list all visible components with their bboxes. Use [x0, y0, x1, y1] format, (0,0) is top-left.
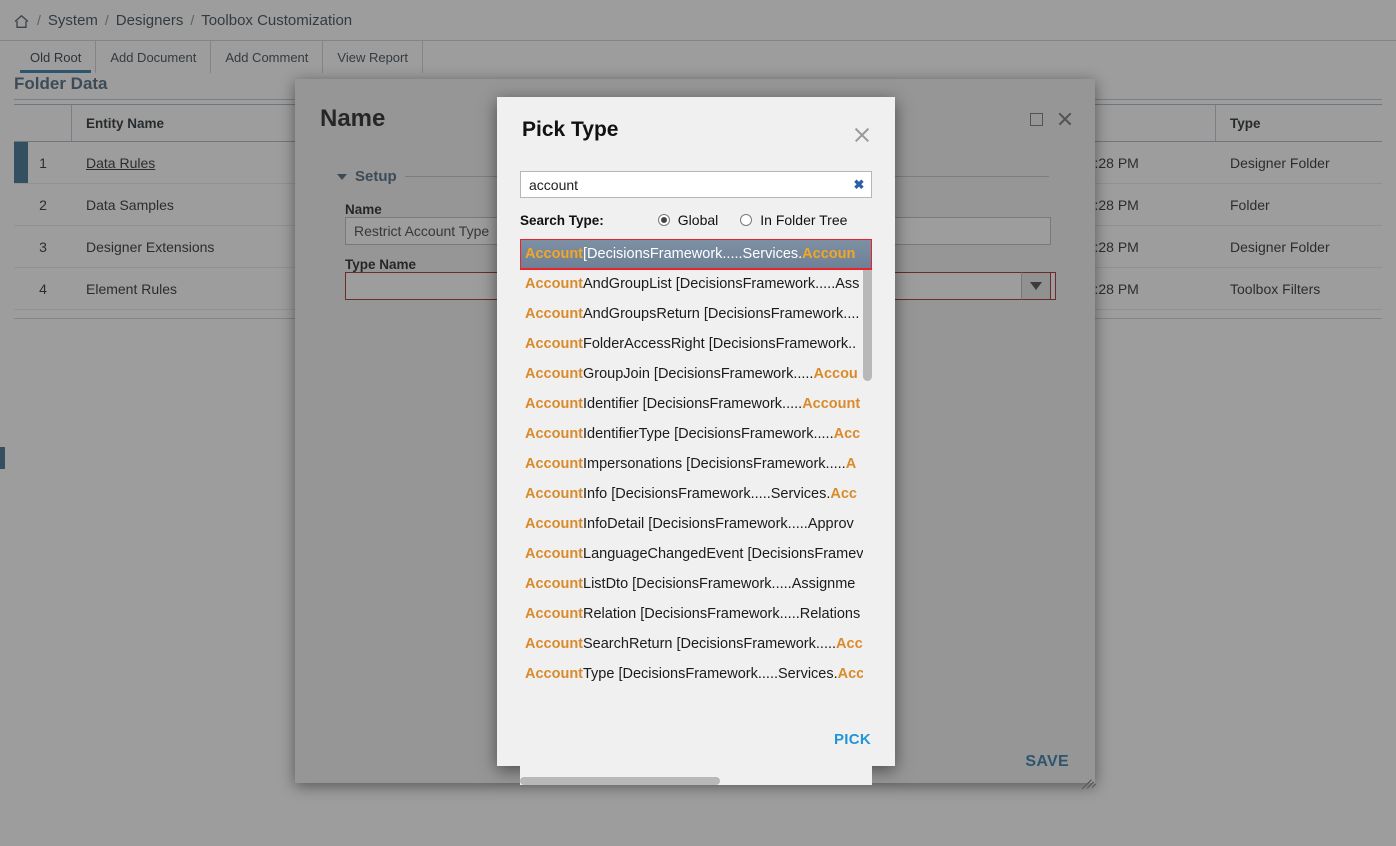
list-item[interactable]: Account GroupJoin [DecisionsFramework....…	[520, 359, 872, 389]
item-text: Impersonations [DecisionsFramework.....	[583, 456, 846, 472]
dialog-title: Pick Type	[522, 118, 619, 141]
list-item[interactable]: Account Relation [DecisionsFramework.....…	[520, 599, 872, 629]
item-text: Type [DecisionsFramework.....Services.	[583, 666, 838, 682]
search-type-row: Search Type: Global In Folder Tree	[520, 210, 872, 230]
match-text: Account	[525, 426, 583, 442]
match-text: Accoun	[802, 246, 856, 262]
item-text: LanguageChangedEvent [DecisionsFramev	[583, 546, 864, 562]
clear-icon[interactable]: ✖	[847, 177, 871, 193]
match-text: Account	[525, 306, 583, 322]
list-item[interactable]: Account SearchReturn [DecisionsFramework.…	[520, 629, 872, 659]
item-text: FolderAccessRight [DecisionsFramework..	[583, 336, 857, 352]
item-text: Relation [DecisionsFramework.....Relatio…	[583, 606, 861, 622]
search-results-list[interactable]: Account [DecisionsFramework.....Services…	[520, 239, 872, 785]
list-item[interactable]: Account InfoDetail [DecisionsFramework...…	[520, 509, 872, 539]
radio-in-folder-tree-button[interactable]	[740, 214, 753, 226]
item-text: InfoDetail [DecisionsFramework.....Appro…	[583, 516, 854, 532]
item-text: AndGroupList [DecisionsFramework.....Ass	[583, 276, 860, 292]
item-text: AndGroupsReturn [DecisionsFramework....	[583, 306, 860, 322]
list-item[interactable]: Account AndGroupsReturn [DecisionsFramewo…	[520, 299, 872, 329]
match-text: Acc	[830, 486, 857, 502]
pick-type-dialog: Pick Type account ✖ Search Type: Global …	[497, 97, 895, 785]
radio-global[interactable]: Global	[657, 212, 719, 228]
list-item[interactable]: Account AndGroupList [DecisionsFramework.…	[520, 269, 872, 299]
radio-in-folder-tree-label: In Folder Tree	[760, 212, 848, 228]
match-text: Account	[525, 486, 583, 502]
list-item[interactable]: Account Type [DecisionsFramework.....Serv…	[520, 659, 872, 689]
item-text: ListDto [DecisionsFramework.....Assignme	[583, 576, 856, 592]
match-text: Account	[525, 396, 583, 412]
list-item[interactable]: Account IdentifierType [DecisionsFramewor…	[520, 419, 872, 449]
item-text: IdentifierType [DecisionsFramework.....	[583, 426, 834, 442]
match-text: Account	[525, 546, 583, 562]
radio-in-folder-tree[interactable]: In Folder Tree	[740, 212, 847, 228]
results-horizontal-scrollbar[interactable]	[520, 777, 863, 785]
close-icon[interactable]	[853, 126, 871, 144]
match-text: A	[845, 456, 857, 472]
match-text: Account	[525, 336, 583, 352]
match-text: Account	[525, 636, 583, 652]
match-text: Account	[525, 606, 583, 622]
item-text: Info [DecisionsFramework.....Services.	[583, 486, 831, 502]
match-text: Account	[525, 366, 583, 382]
radio-global-label: Global	[677, 212, 719, 228]
pick-button[interactable]: PICK	[834, 731, 871, 748]
match-text: Account	[802, 396, 861, 412]
scrollbar-thumb[interactable]	[520, 777, 720, 785]
match-text: Acc	[833, 426, 861, 442]
results-vertical-scrollbar[interactable]	[863, 239, 872, 775]
list-item[interactable]: Account Impersonations [DecisionsFramewor…	[520, 449, 872, 479]
list-item[interactable]: Account ListDto [DecisionsFramework.....A…	[520, 569, 872, 599]
match-text: Acc	[837, 666, 865, 682]
item-text: [DecisionsFramework.....Services.	[583, 246, 803, 262]
match-text: Account	[525, 456, 583, 472]
list-item[interactable]: Account LanguageChangedEvent [DecisionsFr…	[520, 539, 872, 569]
item-text: SearchReturn [DecisionsFramework.....	[583, 636, 837, 652]
match-text: Acc	[836, 636, 863, 652]
match-text: Accou	[813, 366, 858, 382]
match-text: Account	[525, 246, 583, 262]
item-text: Identifier [DecisionsFramework.....	[583, 396, 803, 412]
list-item[interactable]: Account Identifier [DecisionsFramework...…	[520, 389, 872, 419]
item-text: GroupJoin [DecisionsFramework.....	[583, 366, 814, 382]
match-text: Account	[525, 666, 583, 682]
list-item[interactable]: Account Info [DecisionsFramework.....Serv…	[520, 479, 872, 509]
radio-global-button[interactable]	[657, 214, 670, 226]
list-item[interactable]: Account [DecisionsFramework.....Services…	[520, 239, 872, 270]
list-item[interactable]: Account FolderAccessRight [DecisionsFrame…	[520, 329, 872, 359]
match-text: Account	[525, 576, 583, 592]
match-text: Account	[525, 516, 583, 532]
search-input-value: account	[529, 176, 579, 193]
search-type-label: Search Type:	[520, 212, 604, 228]
search-results-panel: Account [DecisionsFramework.....Services…	[520, 239, 872, 785]
search-input[interactable]: account ✖	[520, 171, 872, 198]
match-text: Account	[525, 276, 583, 292]
